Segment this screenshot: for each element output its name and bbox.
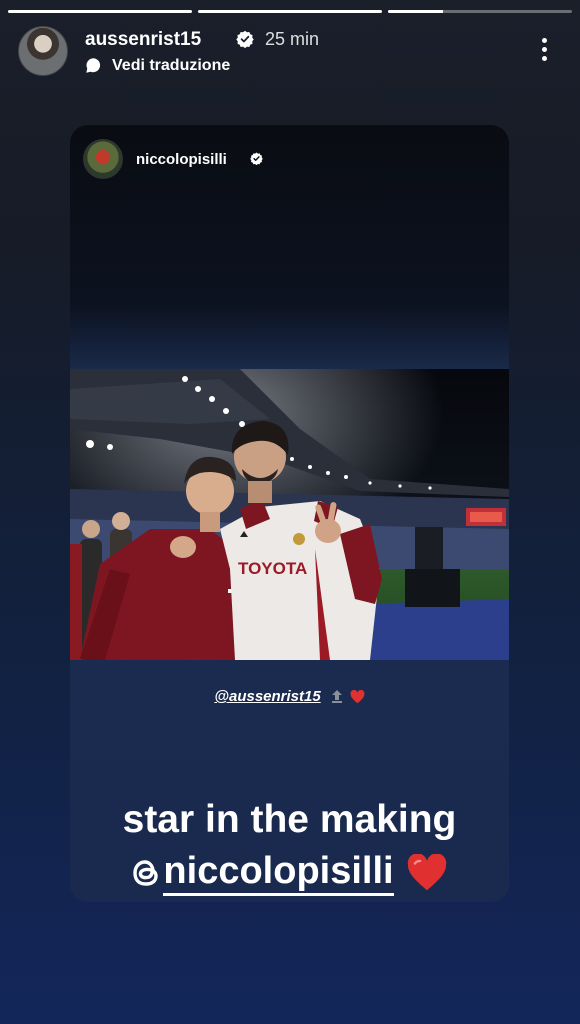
shirt-sponsor: TOYOTA <box>238 559 307 578</box>
progress-segment-1 <box>8 10 192 13</box>
mention-text[interactable]: @aussenrist15 <box>214 688 320 705</box>
verified-icon <box>250 152 263 165</box>
card-avatar[interactable] <box>83 139 123 179</box>
progress-segment-3 <box>388 10 572 13</box>
top-arrow-icon <box>332 689 343 703</box>
heart-icon <box>350 689 365 704</box>
caption-mention[interactable]: niccolopisilli <box>131 849 447 896</box>
mention-tag[interactable]: @aussenrist15 <box>70 688 509 706</box>
threads-icon <box>133 859 159 886</box>
caption: star in the making niccolopisilli <box>70 795 509 896</box>
story-header: aussenrist15 25 min Vedi traduzione <box>18 24 560 80</box>
translate-link[interactable]: Vedi traduzione <box>112 57 230 75</box>
progress-segment-2 <box>198 10 382 13</box>
stadium-photo: TOYOTA <box>70 369 509 660</box>
speech-bubble-icon <box>86 58 101 73</box>
post-time: 25 min <box>265 29 320 49</box>
more-options-icon[interactable] <box>540 38 548 64</box>
story-progress <box>8 10 572 13</box>
card-username[interactable]: niccolopisilli <box>136 151 227 168</box>
caption-text: star in the making <box>122 798 457 841</box>
verified-icon <box>236 30 254 48</box>
heart-icon <box>407 853 446 890</box>
shared-post-card[interactable]: niccolopisilli TOYOTA @aussenrist15 star… <box>70 125 509 902</box>
username[interactable]: aussenrist15 <box>85 29 201 51</box>
post-photo[interactable]: TOYOTA <box>70 369 509 660</box>
avatar[interactable] <box>18 26 68 76</box>
caption-handle[interactable]: niccolopisilli <box>163 849 394 896</box>
